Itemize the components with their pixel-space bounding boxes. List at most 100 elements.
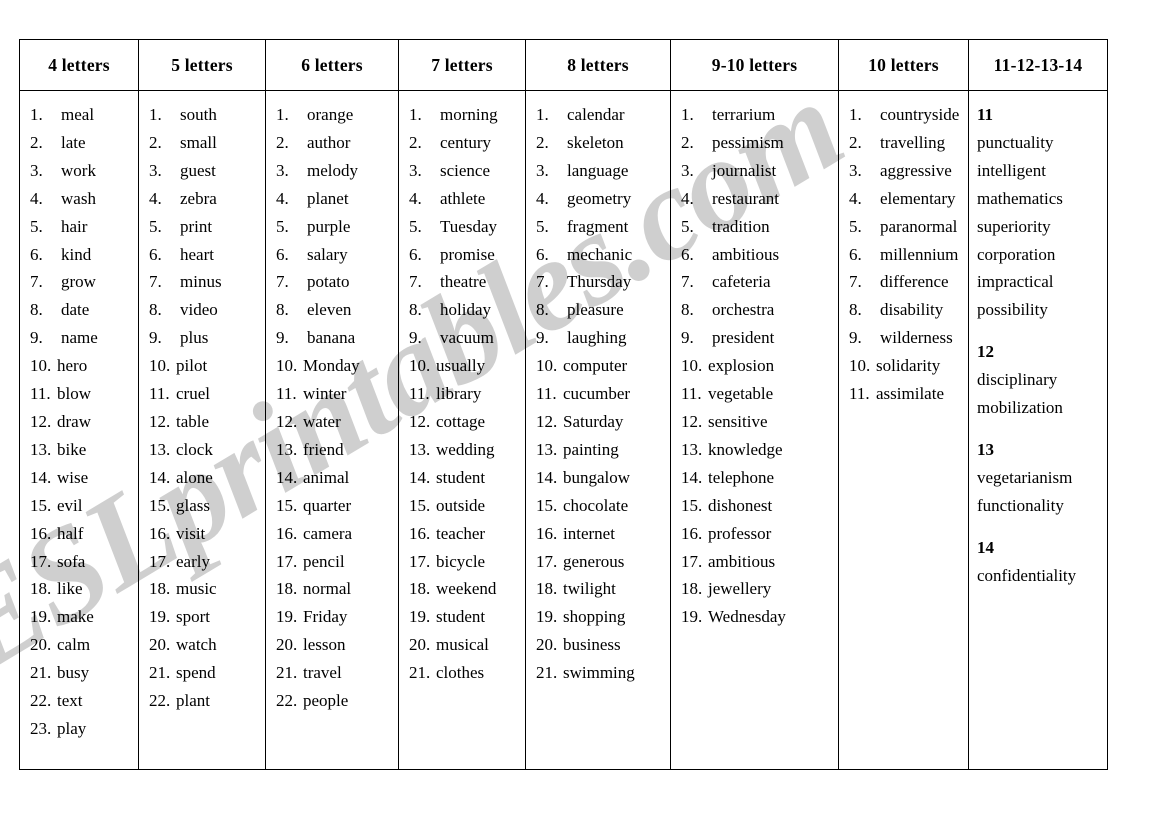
word-text: guest (180, 160, 216, 180)
word-text: tradition (712, 216, 770, 236)
word-index: 15. (409, 495, 431, 515)
word-text: pessimism (712, 132, 784, 152)
word-list-item: 5. print (143, 213, 261, 241)
word-index: 19. (30, 607, 52, 627)
word-index: 11. (276, 384, 297, 404)
word-index: 20. (149, 635, 171, 655)
word-index: 14. (276, 467, 298, 487)
word-index: 7. (849, 272, 862, 292)
word-text: spend (176, 663, 216, 683)
word-text: evil (57, 495, 83, 515)
word-text: president (712, 328, 775, 348)
word-index: 6. (149, 244, 162, 264)
word-index: 14. (536, 467, 558, 487)
word-index: 9. (849, 328, 862, 348)
word-text: travel (303, 663, 342, 683)
word-text: video (180, 300, 218, 320)
word-text: heart (180, 244, 214, 264)
word-index: 4. (409, 188, 422, 208)
word-index: 9. (149, 328, 162, 348)
word-index: 20. (536, 635, 558, 655)
word-index: 17. (149, 551, 171, 571)
word-text: meal (61, 105, 95, 124)
word-list-item: 20. calm (24, 631, 134, 659)
word-text: bungalow (563, 467, 631, 487)
word-text: minus (180, 272, 222, 292)
word-list-item: 8. disability (843, 296, 964, 324)
word-index: 4. (681, 188, 694, 208)
word-list-item: 3. guest (143, 157, 261, 185)
word-list-item: 21. busy (24, 659, 134, 687)
word-text: like (57, 579, 83, 599)
word-list-item: 9. banana (270, 324, 394, 352)
word-list-item: 19. shopping (530, 603, 666, 631)
word-text: pilot (176, 356, 208, 376)
word-text: wedding (436, 439, 495, 459)
group-label: 13 (977, 439, 994, 459)
group-label: 12 (977, 342, 994, 362)
word-index: 3. (30, 160, 43, 180)
column-header-10-letters: 10 letters (838, 39, 969, 91)
word-index: 2. (149, 132, 162, 152)
word-index: 4. (30, 188, 43, 208)
word-text: blow (57, 384, 91, 404)
word-list-item: 4. elementary (843, 185, 964, 213)
word-text: intelligent (977, 160, 1046, 180)
word-list-item: 9. laughing (530, 324, 666, 352)
word-list-item: 6. ambitious (675, 241, 834, 269)
word-text: friend (303, 439, 344, 459)
word-index: 13. (536, 439, 558, 459)
word-index: 18. (681, 579, 703, 599)
word-index: 8. (30, 300, 43, 320)
word-index: 18. (276, 579, 298, 599)
word-text: knowledge (708, 439, 783, 459)
word-index: 6. (536, 244, 549, 264)
word-index: 15. (681, 495, 703, 515)
word-index: 21. (276, 663, 298, 683)
word-index: 11. (681, 384, 702, 404)
word-list-item: 21. swimming (530, 659, 666, 687)
word-text: weekend (436, 579, 497, 599)
word-text: cucumber (563, 384, 631, 404)
word-index: 2. (409, 132, 422, 152)
word-text: geometry (567, 188, 632, 208)
word-text: possibility (977, 300, 1048, 320)
word-text: cruel (176, 384, 210, 404)
word-list-item: 14. student (403, 464, 521, 492)
word-index: 3. (681, 160, 694, 180)
word-text: restaurant (712, 188, 780, 208)
word-text: disciplinary (977, 370, 1058, 390)
word-list-item: 10. explosion (675, 352, 834, 380)
word-index: 5. (149, 216, 162, 236)
word-text: name (61, 328, 98, 348)
word-text: calm (57, 635, 91, 655)
word-text: internet (563, 523, 615, 543)
word-text: orchestra (712, 300, 775, 320)
word-list-item: 19. Wednesday (675, 603, 834, 631)
word-text: language (567, 160, 629, 180)
word-text: fragment (567, 216, 629, 236)
word-index: 7. (681, 272, 694, 292)
word-list-item: 21. travel (270, 659, 394, 687)
word-text: musical (436, 635, 489, 655)
word-text: theatre (440, 272, 487, 292)
word-index: 5. (276, 216, 289, 236)
word-text: professor (708, 523, 772, 543)
word-index: 8. (409, 300, 422, 320)
word-text: morning (440, 105, 498, 124)
word-index: 10. (149, 356, 171, 376)
word-list-item: 2. small (143, 129, 261, 157)
word-text: jewellery (708, 579, 772, 599)
word-text: wash (61, 188, 96, 208)
word-text: countryside (880, 105, 960, 124)
word-index: 2. (849, 132, 862, 152)
word-index: 7. (409, 272, 422, 292)
word-index: 2. (276, 132, 289, 152)
word-list-item: 9. plus (143, 324, 261, 352)
word-text: planet (307, 188, 349, 208)
word-index: 13. (681, 439, 703, 459)
word-index: 17. (30, 551, 52, 571)
word-index: 21. (409, 663, 431, 683)
word-list-item: 7. Thursday (530, 268, 666, 296)
word-index: 5. (30, 216, 43, 236)
